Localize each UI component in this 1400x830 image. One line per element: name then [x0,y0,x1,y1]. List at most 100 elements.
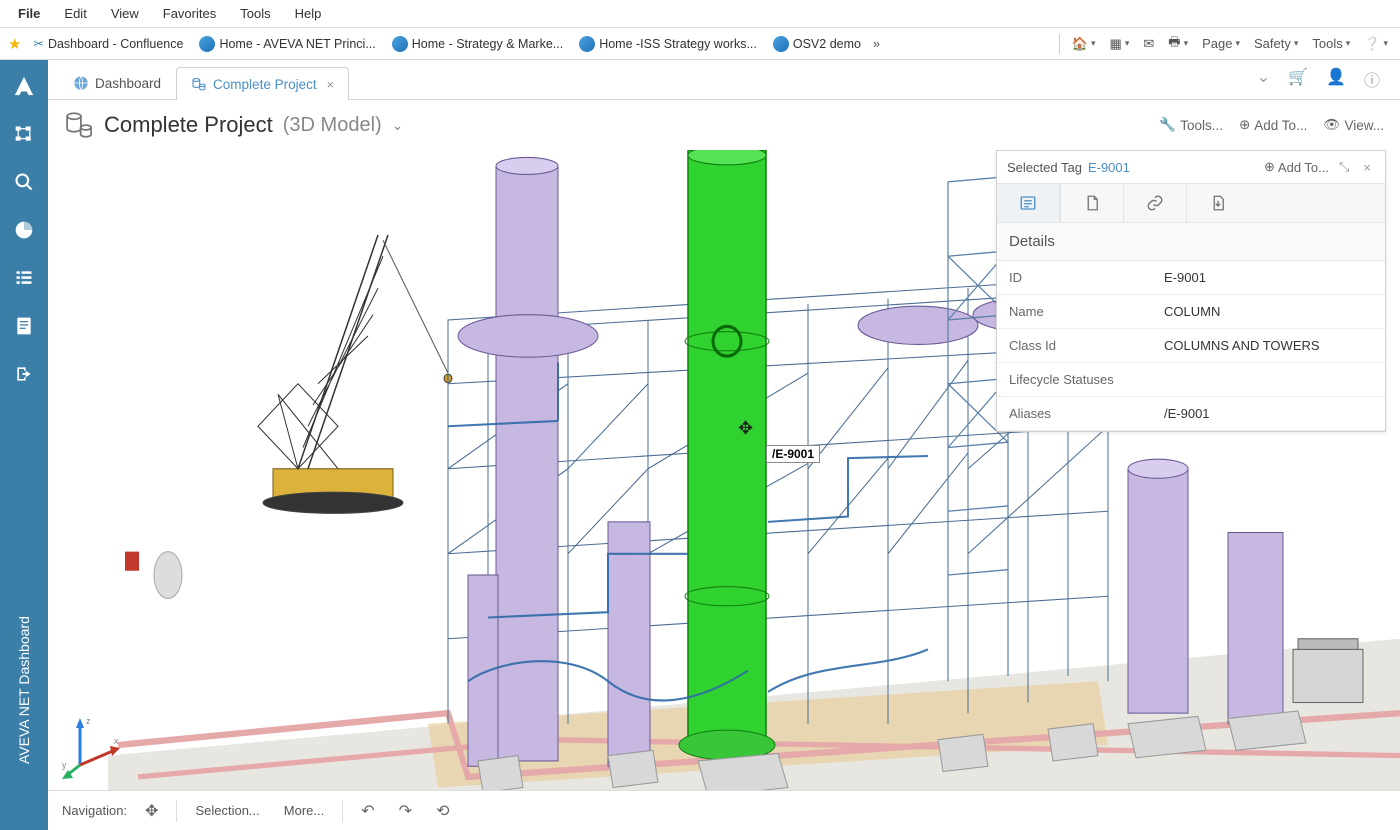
detail-key: Class Id [1009,338,1164,353]
selection-button[interactable]: Selection... [189,799,265,822]
detail-row: Class Id COLUMNS AND TOWERS [997,329,1385,363]
svg-text:y: y [62,760,67,770]
scene-selection-label: /E-9001 [766,445,820,463]
3d-viewport[interactable]: ✥ /E-9001 z x y Selected Tag E-9001 [48,150,1400,830]
panel-title-value[interactable]: E-9001 [1088,160,1130,175]
tab-links-icon[interactable] [1123,184,1186,222]
view-button[interactable]: 👁View... [1323,117,1384,133]
search-icon[interactable] [10,168,38,196]
tab-label: Dashboard [95,76,161,91]
detail-value: E-9001 [1164,270,1206,285]
cylinder-icon [64,110,94,140]
ie-icon [579,36,595,52]
redo-icon: ↷ [399,801,412,821]
safety-dropdown[interactable]: Safety▾ [1250,34,1302,53]
section-details-header: Details [997,223,1385,261]
refresh-button[interactable]: ⟲ [430,797,455,825]
plus-circle-icon: ⊕ [1239,117,1250,133]
tools-button[interactable]: 🔧Tools... [1159,117,1223,133]
browser-tools: 🏠▾ ▦▾ ✉ 🖶▾ Page▾ Safety▾ Tools▾ ❔▾ [1068,31,1392,57]
bookmark-confluence[interactable]: ✂ Dashboard - Confluence [29,34,187,53]
title-dropdown-icon[interactable]: ⌄ [392,117,404,134]
bottom-toolbar: Navigation: ✥ Selection... More... ↶ ↷ ⟲ [48,790,1400,830]
panel-tabs [997,184,1385,223]
document-icon[interactable] [10,312,38,340]
info-icon[interactable]: ⓘ [1364,67,1380,91]
axis-gizmo[interactable]: z x y [60,710,130,780]
more-button[interactable]: More... [278,799,330,822]
scissors-icon: ✂ [33,36,43,51]
svg-text:z: z [86,716,91,726]
export-icon[interactable] [10,360,38,388]
bookmark-osv2[interactable]: OSV2 demo [769,34,865,54]
menu-edit[interactable]: Edit [54,2,96,25]
eye-icon: 👁 [1323,117,1340,133]
detail-row: Lifecycle Statuses [997,363,1385,397]
tab-dashboard[interactable]: Dashboard [58,66,176,99]
undo-button[interactable]: ↶ [355,797,380,825]
sidebar: AVEVA NET Dashboard [0,60,48,830]
print-dropdown-icon[interactable]: 🖶▾ [1164,31,1192,57]
mail-icon[interactable]: ✉ [1139,34,1158,54]
wrench-icon: 🔧 [1159,117,1176,133]
page-dropdown[interactable]: Page▾ [1198,34,1244,53]
home-dropdown-icon[interactable]: 🏠▾ [1068,34,1100,54]
move-cursor-icon: ✥ [738,418,753,439]
menu-favorites[interactable]: Favorites [153,2,226,25]
tab-properties-icon[interactable] [997,184,1060,222]
pie-chart-icon[interactable] [10,216,38,244]
tab-row: Dashboard Complete Project × ⌄ 🛒 👤 ⓘ [48,60,1400,100]
tab-export-icon[interactable] [1186,184,1249,222]
cart-icon[interactable]: 🛒 [1288,67,1308,91]
detail-key: Name [1009,304,1164,319]
refresh-icon: ⟲ [436,801,449,821]
navigation-mode-button[interactable]: ✥ [139,797,164,825]
logo-a-icon[interactable] [10,72,38,100]
user-icon[interactable]: 👤 [1326,67,1346,91]
redo-button[interactable]: ↷ [393,797,418,825]
list-icon[interactable] [10,264,38,292]
bookmark-label: Dashboard - Confluence [48,37,184,51]
undo-icon: ↶ [361,801,374,821]
close-icon[interactable]: × [1359,160,1375,175]
svg-text:x: x [114,736,119,746]
bookmark-aveva-net[interactable]: Home - AVEVA NET Princi... [195,34,379,54]
detail-value: COLUMN [1164,304,1220,319]
ie-icon [392,36,408,52]
collapse-icon[interactable]: ⤡ [1335,159,1353,175]
menu-view[interactable]: View [101,2,149,25]
tools-dropdown[interactable]: Tools▾ [1308,34,1354,53]
bookmark-label: Home -ISS Strategy works... [599,37,757,51]
plus-circle-icon: ⊕ [1264,159,1275,175]
bookmark-strategy[interactable]: Home - Strategy & Marke... [388,34,567,54]
bookmark-label: Home - AVEVA NET Princi... [219,37,375,51]
bookmark-label: Home - Strategy & Marke... [412,37,563,51]
bookmark-label: OSV2 demo [793,37,861,51]
page-title: Complete Project [104,112,273,138]
add-to-button[interactable]: ⊕Add To... [1239,117,1307,133]
detail-key: Lifecycle Statuses [1009,372,1164,387]
menu-tools[interactable]: Tools [230,2,280,25]
favorites-star-icon[interactable]: ★ [8,35,21,53]
menu-help[interactable]: Help [285,2,332,25]
menu-file[interactable]: File [8,2,50,25]
bookmark-iss[interactable]: Home -ISS Strategy works... [575,34,761,54]
bookmark-overflow-icon[interactable]: » [873,37,880,51]
tree-icon[interactable] [10,120,38,148]
details-panel: Selected Tag E-9001 ⊕Add To... ⤡ × [996,150,1386,432]
feeds-dropdown-icon[interactable]: ▦▾ [1106,34,1134,54]
content-area: Dashboard Complete Project × ⌄ 🛒 👤 ⓘ [48,60,1400,830]
menubar: File Edit View Favorites Tools Help [0,0,1400,28]
pan-icon: ✥ [145,801,158,821]
dropdown-icon[interactable]: ⌄ [1257,67,1270,91]
tab-documents-icon[interactable] [1060,184,1123,222]
globe-icon [73,75,89,91]
ie-icon [199,36,215,52]
tab-close-icon[interactable]: × [327,77,335,92]
help-dropdown-icon[interactable]: ❔▾ [1360,34,1392,54]
panel-add-to-button[interactable]: ⊕Add To... [1264,159,1329,175]
page-subtitle: (3D Model) [283,114,382,137]
detail-key: Aliases [1009,406,1164,421]
tab-complete-project[interactable]: Complete Project × [176,67,349,100]
detail-row: ID E-9001 [997,261,1385,295]
